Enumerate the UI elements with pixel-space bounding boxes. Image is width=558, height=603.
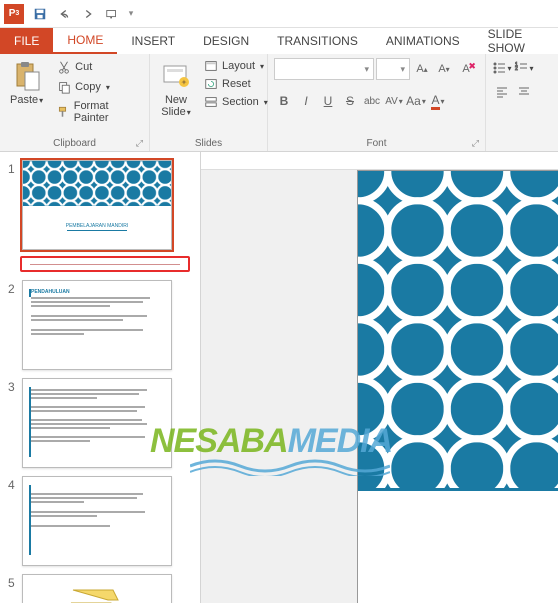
tab-design[interactable]: DESIGN — [189, 28, 263, 54]
customize-qat-button[interactable]: ▾ — [124, 2, 138, 26]
layout-icon — [204, 59, 218, 73]
layout-label: Layout — [222, 60, 255, 72]
group-font: ▾ ▾ A▴ A▾ A✖ B I U S abc AV▾ Aa▾ A▾ Font… — [268, 54, 486, 151]
cut-icon — [57, 60, 71, 74]
strikethrough-button[interactable]: S — [340, 90, 360, 112]
format-painter-icon — [57, 105, 70, 119]
insertion-marker — [20, 256, 190, 272]
cut-label: Cut — [75, 61, 92, 73]
slide-pattern-background — [358, 171, 558, 491]
slide-thumbnail-5[interactable] — [22, 574, 172, 603]
slide-thumbnail-3[interactable] — [22, 378, 172, 468]
thumb-number: 1 — [8, 160, 22, 176]
slide-thumbnails-pane[interactable]: 1 PEMBELAJARAN MANDIRI 2 PENDAHULUAN — [0, 152, 201, 603]
slide-thumbnail-1[interactable]: PEMBELAJARAN MANDIRI — [22, 160, 172, 250]
font-launcher[interactable]: ⤢ — [472, 138, 479, 149]
thumb-row-2[interactable]: 2 PENDAHULUAN — [0, 276, 200, 374]
shrink-font-button[interactable]: A▾ — [434, 58, 454, 80]
tab-insert[interactable]: INSERT — [117, 28, 189, 54]
svg-text:✦: ✦ — [181, 78, 188, 87]
work-area: 1 PEMBELAJARAN MANDIRI 2 PENDAHULUAN — [0, 152, 558, 603]
font-name-combo[interactable]: ▾ — [274, 58, 374, 80]
slide-thumbnail-2[interactable]: PENDAHULUAN — [22, 280, 172, 370]
slide2-heading: PENDAHULUAN — [31, 289, 163, 295]
thumb-row-3[interactable]: 3 — [0, 374, 200, 472]
clipboard-launcher[interactable]: ⤢ — [136, 138, 143, 149]
copy-label: Copy — [75, 81, 101, 93]
copy-button[interactable]: Copy▾ — [53, 78, 143, 96]
font-color-button[interactable]: A▾ — [428, 90, 448, 112]
bold-button[interactable]: B — [274, 90, 294, 112]
diagram-shape — [63, 585, 123, 603]
text-shadow-button[interactable]: abc — [362, 90, 382, 112]
copy-icon — [57, 80, 71, 94]
thumb-number: 2 — [8, 280, 22, 296]
reset-label: Reset — [222, 78, 251, 90]
underline-button[interactable]: U — [318, 90, 338, 112]
thumb-row-4[interactable]: 4 — [0, 472, 200, 570]
tab-home[interactable]: HOME — [53, 28, 117, 54]
bullets-button[interactable]: ▾ — [492, 58, 512, 78]
clipboard-group-label: Clipboard — [53, 138, 96, 149]
numbering-button[interactable]: 12▾ — [514, 58, 534, 78]
new-slide-button[interactable]: ✦ New Slide▾ — [156, 58, 196, 120]
save-button[interactable] — [28, 2, 52, 26]
group-paragraph: ▾ 12▾ — [486, 54, 548, 151]
format-painter-label: Format Painter — [74, 100, 139, 124]
thumb-number: 5 — [8, 574, 22, 590]
ribbon: Paste▾ Cut Copy▾ Format Painter Clipboar… — [0, 54, 558, 152]
app-icon: P3 — [4, 4, 24, 24]
thumb-row-1[interactable]: 1 PEMBELAJARAN MANDIRI — [0, 156, 200, 254]
tab-animations[interactable]: ANIMATIONS — [372, 28, 474, 54]
font-size-combo[interactable]: ▾ — [376, 58, 410, 80]
paste-button[interactable]: Paste▾ — [6, 58, 47, 108]
section-label: Section — [222, 96, 259, 108]
new-slide-icon: ✦ — [160, 60, 192, 92]
paste-label: Paste — [10, 94, 38, 106]
thumb-number: 3 — [8, 378, 22, 394]
group-slides: ✦ New Slide▾ Layout▾ Reset Section▾ — [150, 54, 268, 151]
layout-button[interactable]: Layout▾ — [202, 58, 270, 74]
slide-canvas[interactable] — [357, 170, 558, 603]
section-button[interactable]: Section▾ — [202, 94, 270, 110]
reset-icon — [204, 77, 218, 91]
pattern-decor — [23, 161, 171, 206]
undo-button[interactable] — [52, 2, 76, 26]
paste-icon — [11, 60, 43, 92]
section-icon — [204, 95, 218, 109]
align-left-button[interactable] — [492, 82, 512, 102]
reset-button[interactable]: Reset — [202, 76, 270, 92]
group-clipboard: Paste▾ Cut Copy▾ Format Painter Clipboar… — [0, 54, 150, 151]
new-slide-label: New Slide — [161, 94, 187, 118]
clear-formatting-button[interactable]: A✖ — [456, 58, 476, 80]
font-group-label: Font — [366, 138, 386, 149]
italic-button[interactable]: I — [296, 90, 316, 112]
align-center-button[interactable] — [514, 82, 534, 102]
slide-editor[interactable] — [201, 152, 558, 603]
ribbon-tabs: FILE HOME INSERT DESIGN TRANSITIONS ANIM… — [0, 28, 558, 54]
format-painter-button[interactable]: Format Painter — [53, 98, 143, 126]
slides-group-label: Slides — [195, 138, 222, 149]
start-from-beginning-button[interactable] — [100, 2, 124, 26]
thumb-number: 4 — [8, 476, 22, 492]
change-case-button[interactable]: Aa▾ — [406, 90, 426, 112]
horizontal-ruler — [201, 152, 558, 170]
tab-slideshow[interactable]: SLIDE SHOW — [474, 28, 558, 54]
redo-button[interactable] — [76, 2, 100, 26]
char-spacing-button[interactable]: AV▾ — [384, 90, 404, 112]
slide1-title: PEMBELAJARAN MANDIRI — [66, 223, 129, 229]
tab-transitions[interactable]: TRANSITIONS — [263, 28, 372, 54]
slide-thumbnail-4[interactable] — [22, 476, 172, 566]
thumb-row-5[interactable]: 5 — [0, 570, 200, 603]
tab-file[interactable]: FILE — [0, 28, 53, 54]
svg-text:2: 2 — [515, 66, 518, 72]
grow-font-button[interactable]: A▴ — [412, 58, 432, 80]
quick-access-toolbar: P3 ▾ — [0, 0, 558, 28]
cut-button[interactable]: Cut — [53, 58, 143, 76]
